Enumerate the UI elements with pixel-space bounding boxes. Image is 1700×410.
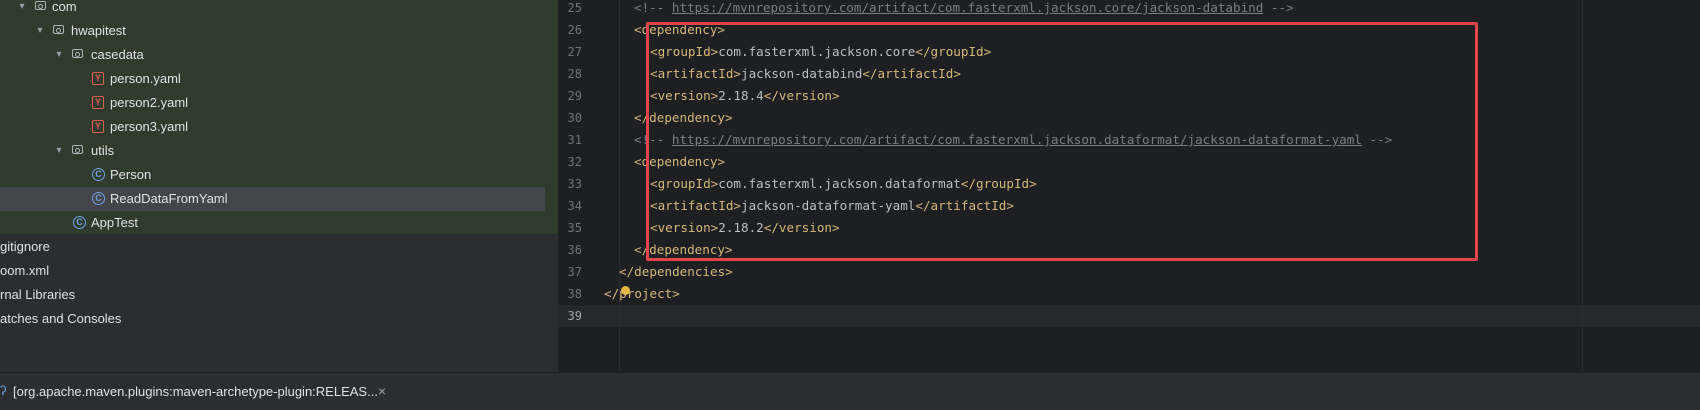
yaml-file-icon: Y: [92, 120, 104, 133]
tree-item-hwapitest[interactable]: ▾ hwapitest: [0, 19, 558, 43]
code-text: </dependencies>: [619, 261, 733, 283]
code-line[interactable]: 38 </project>: [558, 283, 1700, 305]
tree-item-label: atches and Consoles: [0, 311, 122, 326]
line-number: 36: [567, 243, 582, 257]
class-icon: C: [92, 192, 105, 205]
tree-item-scratches-and-consoles[interactable]: atches and Consoles: [0, 307, 558, 331]
tree-item-person3-yaml[interactable]: Y person3.yaml: [0, 115, 558, 139]
run-tab-label[interactable]: [org.apache.maven.plugins:maven-archetyp…: [13, 373, 378, 410]
line-number: 31: [567, 133, 582, 147]
chevron-down-icon[interactable]: ▾: [16, 0, 28, 19]
code-token: <!--: [634, 0, 672, 15]
run-icon: ʔ: [0, 383, 7, 398]
line-number: 38: [567, 287, 582, 301]
package-folder-icon: [35, 1, 46, 10]
class-icon: C: [73, 216, 86, 229]
line-number: 37: [567, 265, 582, 279]
line-number: 30: [567, 111, 582, 125]
code-line[interactable]: 39: [558, 305, 1700, 327]
tree-item-external-libraries[interactable]: rnal Libraries: [0, 283, 558, 307]
class-icon: C: [92, 168, 105, 181]
tree-item-label: AppTest: [91, 215, 138, 230]
tree-item-apptest[interactable]: C AppTest: [0, 211, 558, 235]
package-folder-icon: [72, 145, 83, 154]
tree-item-label: utils: [91, 143, 115, 158]
line-number: 25: [567, 1, 582, 15]
code-token: -->: [1263, 0, 1294, 15]
code-token: /project>: [611, 286, 680, 301]
tree-item-pom-xml[interactable]: oom.xml: [0, 259, 558, 283]
tree-item-utils[interactable]: ▾ utils: [0, 139, 558, 163]
line-number: 35: [567, 221, 582, 235]
code-line[interactable]: 37 </dependencies>: [558, 261, 1700, 283]
annotation-highlight-box: [646, 22, 1478, 261]
chevron-down-icon[interactable]: ▾: [53, 43, 65, 67]
code-text: </project>: [604, 283, 680, 305]
tree-item-label: person.yaml: [110, 71, 181, 86]
tree-item-label: com: [52, 0, 77, 14]
code-text: <!-- https://mvnrepository.com/artifact/…: [634, 0, 1294, 19]
code-token: <: [604, 286, 612, 301]
close-icon[interactable]: ×: [378, 373, 386, 410]
tree-item-label: rnal Libraries: [0, 287, 76, 302]
line-number: 39: [567, 309, 582, 323]
tree-item-person2-yaml[interactable]: Y person2.yaml: [0, 91, 558, 115]
tree-item-com[interactable]: ▾ com: [0, 0, 558, 19]
project-tree: ▾ com ▾ hwapitest ▾ casedata Y person.ya…: [0, 0, 558, 372]
package-folder-icon: [53, 25, 64, 34]
line-number: 29: [567, 89, 582, 103]
line-number: 33: [567, 177, 582, 191]
tree-item-label: person3.yaml: [110, 119, 189, 134]
tree-item-label: hwapitest: [71, 23, 126, 38]
chevron-down-icon[interactable]: ▾: [53, 139, 65, 163]
code-line[interactable]: 25 <!-- https://mvnrepository.com/artifac…: [558, 0, 1700, 19]
code-token: </dependencies>: [619, 264, 733, 279]
line-number: 32: [567, 155, 582, 169]
tree-item-person-yaml[interactable]: Y person.yaml: [0, 67, 558, 91]
tree-item-label: ReadDataFromYaml: [110, 191, 228, 206]
line-number: 26: [567, 23, 582, 37]
code-link[interactable]: https://mvnrepository.com/artifact/com.f…: [672, 0, 1263, 15]
tree-item-label: person2.yaml: [110, 95, 189, 110]
chevron-down-icon[interactable]: ▾: [34, 19, 46, 43]
yaml-file-icon: Y: [92, 72, 104, 85]
run-tool-window-bar: ʔ [org.apache.maven.plugins:maven-archet…: [0, 372, 1700, 410]
line-number: 27: [567, 45, 582, 59]
tree-item-casedata[interactable]: ▾ casedata: [0, 43, 558, 67]
tree-item-label: oom.xml: [0, 263, 50, 278]
tree-item-person-class[interactable]: C Person: [0, 163, 558, 187]
tree-item-label: gitignore: [0, 239, 50, 254]
tree-item-label: casedata: [91, 47, 144, 62]
line-number: 34: [567, 199, 582, 213]
tree-item-readdatafromyaml[interactable]: C ReadDataFromYaml: [0, 187, 545, 211]
tree-item-label: Person: [110, 167, 152, 182]
yaml-file-icon: Y: [92, 96, 104, 109]
tree-item-gitignore[interactable]: gitignore: [0, 235, 558, 259]
line-number: 28: [567, 67, 582, 81]
package-folder-icon: [72, 49, 83, 58]
